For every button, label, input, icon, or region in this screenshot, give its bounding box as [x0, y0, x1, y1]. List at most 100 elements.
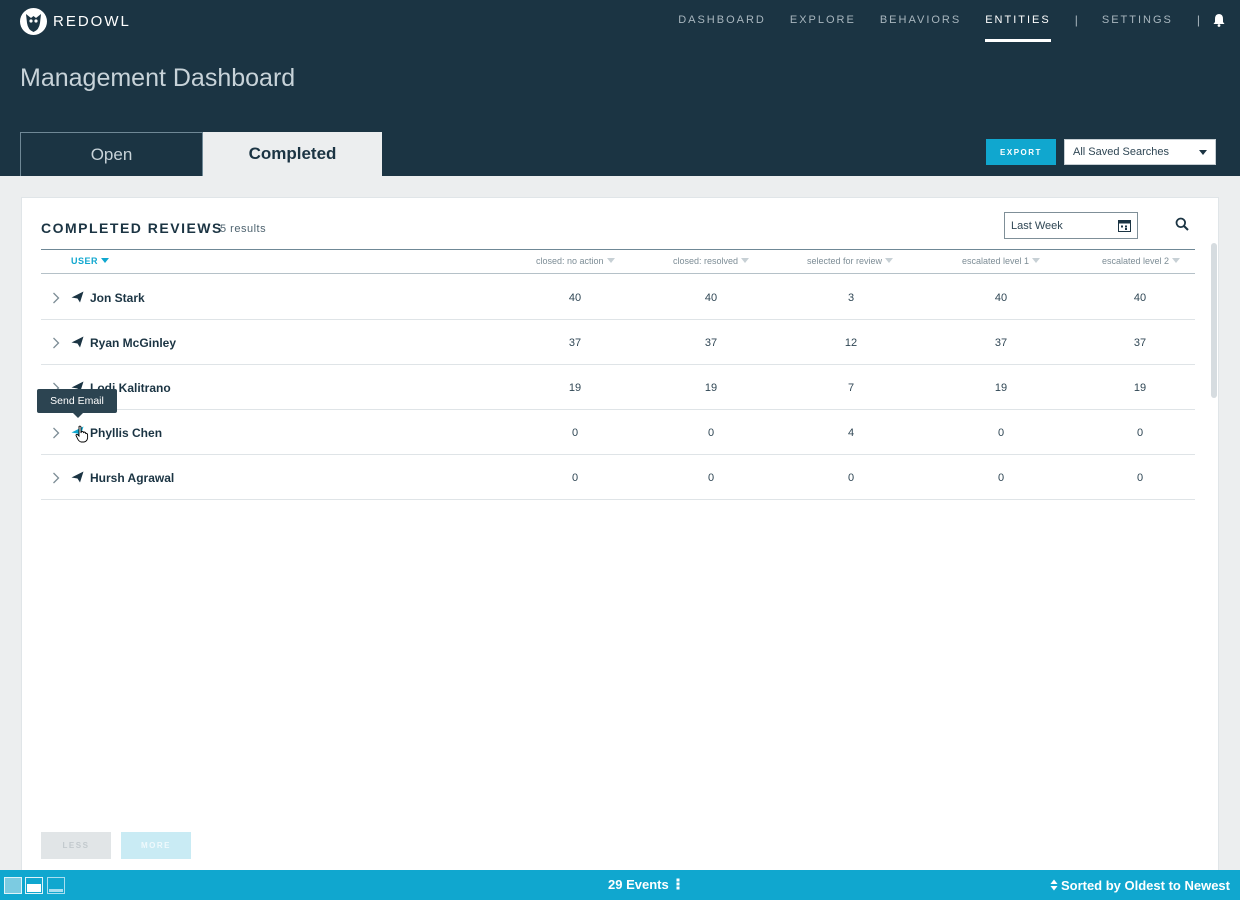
sort-icon [1032, 258, 1041, 263]
cell-closed-no-action: 37 [568, 337, 582, 349]
nav-explore[interactable]: EXPLORE [790, 14, 856, 26]
saved-searches-select[interactable]: All Saved Searches [1064, 139, 1216, 165]
cell-closed-resolved: 37 [704, 337, 718, 349]
date-range-input[interactable]: Last Week [1004, 212, 1138, 239]
cell-escalated-level-1: 40 [994, 292, 1008, 304]
cell-escalated-level-2: 40 [1133, 292, 1147, 304]
cell-escalated-level-2: 0 [1136, 472, 1144, 484]
cell-escalated-level-2: 37 [1133, 337, 1147, 349]
calendar-icon[interactable] [1118, 219, 1131, 232]
nav-behaviors[interactable]: BEHAVIORS [880, 14, 961, 26]
nav-separator: | [1074, 13, 1078, 27]
layout-split-icon[interactable] [25, 877, 43, 894]
main-nav: DASHBOARD EXPLORE BEHAVIORS ENTITIES | S… [654, 13, 1226, 42]
cell-escalated-level-1: 0 [997, 427, 1005, 439]
layout-minimized-icon[interactable] [47, 877, 65, 894]
cell-closed-no-action: 40 [568, 292, 582, 304]
cell-selected-for-review: 12 [844, 337, 858, 349]
page-title: Management Dashboard [20, 64, 296, 92]
chevron-right-icon[interactable] [52, 427, 60, 439]
date-range-value: Last Week [1011, 219, 1063, 232]
send-email-icon[interactable] [71, 336, 84, 348]
search-icon[interactable] [1175, 217, 1189, 231]
logo[interactable]: REDOWL [20, 8, 131, 35]
cell-closed-resolved: 0 [707, 472, 715, 484]
saved-searches-value: All Saved Searches [1073, 146, 1169, 158]
column-label: USER [71, 256, 99, 266]
bell-icon[interactable] [1212, 13, 1226, 27]
table-row[interactable]: Ryan McGinley 37 37 12 37 37 [41, 320, 1195, 365]
column-user-header[interactable]: USER [71, 256, 110, 266]
user-name[interactable]: Hursh Agrawal [90, 471, 174, 485]
sort-icon [1172, 258, 1181, 263]
column-escalated-level-1-header[interactable]: escalated level 1 [962, 256, 1041, 266]
layout-full-icon[interactable] [4, 877, 22, 894]
sort-order-toggle[interactable]: Sorted by Oldest to Newest [1050, 878, 1230, 893]
hand-cursor-icon [75, 425, 89, 443]
column-label: closed: resolved [673, 256, 739, 266]
cell-closed-resolved: 0 [707, 427, 715, 439]
cell-escalated-level-1: 0 [997, 472, 1005, 484]
cell-selected-for-review: 7 [847, 382, 855, 394]
nav-separator-2: | [1196, 13, 1200, 27]
user-name[interactable]: Jon Stark [90, 291, 145, 305]
nav-settings[interactable]: SETTINGS [1102, 14, 1173, 26]
chevron-right-icon[interactable] [52, 472, 60, 484]
send-email-icon[interactable] [71, 471, 84, 483]
cell-closed-no-action: 0 [571, 472, 579, 484]
sort-order-label: Sorted by Oldest to Newest [1060, 878, 1230, 893]
tab-open[interactable]: Open [20, 132, 203, 176]
chevron-right-icon[interactable] [52, 292, 60, 304]
cell-escalated-level-2: 19 [1133, 382, 1147, 394]
more-button[interactable]: MORE [121, 832, 191, 859]
table-header: USER closed: no action closed: resolved … [41, 249, 1195, 274]
tab-completed[interactable]: Completed [203, 132, 382, 176]
sort-desc-icon [101, 258, 110, 263]
cell-selected-for-review: 0 [847, 472, 855, 484]
top-header: REDOWL DASHBOARD EXPLORE BEHAVIORS ENTIT… [0, 0, 1240, 176]
sort-icon [741, 258, 750, 263]
nav-dashboard[interactable]: DASHBOARD [678, 14, 766, 26]
panel-title: COMPLETED REVIEWS [41, 220, 223, 236]
events-count: 29 Events [608, 877, 669, 892]
column-label: escalated level 2 [1102, 256, 1170, 266]
table-row[interactable]: Phyllis Chen 0 0 4 0 0 [41, 410, 1195, 455]
cell-escalated-level-1: 37 [994, 337, 1008, 349]
less-button[interactable]: LESS [41, 832, 111, 859]
table-row[interactable]: Lodi Kalitrano 19 19 7 19 19 [41, 365, 1195, 410]
owl-logo-icon [20, 8, 47, 35]
send-email-icon[interactable] [71, 291, 84, 303]
logo-text: REDOWL [53, 13, 131, 30]
caret-down-icon [1199, 150, 1207, 155]
cell-escalated-level-1: 19 [994, 382, 1008, 394]
column-label: closed: no action [536, 256, 604, 266]
send-email-tooltip: Send Email [37, 389, 117, 418]
cell-escalated-level-2: 0 [1136, 427, 1144, 439]
column-selected-for-review-header[interactable]: selected for review [807, 256, 894, 266]
cell-closed-resolved: 40 [704, 292, 718, 304]
cell-closed-resolved: 19 [704, 382, 718, 394]
cell-closed-no-action: 0 [571, 427, 579, 439]
completed-reviews-panel: COMPLETED REVIEWS 5 results Last Week US… [21, 197, 1219, 887]
sort-icon [606, 258, 615, 263]
column-closed-no-action-header[interactable]: closed: no action [536, 256, 615, 266]
results-count: 5 results [220, 223, 267, 235]
nav-entities[interactable]: ENTITIES [985, 14, 1051, 42]
table-row[interactable]: Jon Stark 40 40 3 40 40 [41, 275, 1195, 320]
export-button[interactable]: EXPORT [986, 139, 1056, 165]
user-name[interactable]: Ryan McGinley [90, 336, 176, 350]
cell-closed-no-action: 19 [568, 382, 582, 394]
bottom-status-bar: 29 Events Sorted by Oldest to Newest [0, 870, 1240, 900]
events-toggle[interactable]: 29 Events [608, 877, 680, 892]
column-escalated-level-2-header[interactable]: escalated level 2 [1102, 256, 1181, 266]
user-name[interactable]: Phyllis Chen [90, 426, 162, 440]
table-row[interactable]: Hursh Agrawal 0 0 0 0 0 [41, 455, 1195, 500]
sort-icon [885, 258, 894, 263]
column-label: escalated level 1 [962, 256, 1030, 266]
more-vertical-icon [676, 878, 680, 890]
column-label: selected for review [807, 256, 883, 266]
cell-selected-for-review: 3 [847, 292, 855, 304]
column-closed-resolved-header[interactable]: closed: resolved [673, 256, 750, 266]
panel-scrollbar[interactable] [1211, 243, 1217, 398]
chevron-right-icon[interactable] [52, 337, 60, 349]
